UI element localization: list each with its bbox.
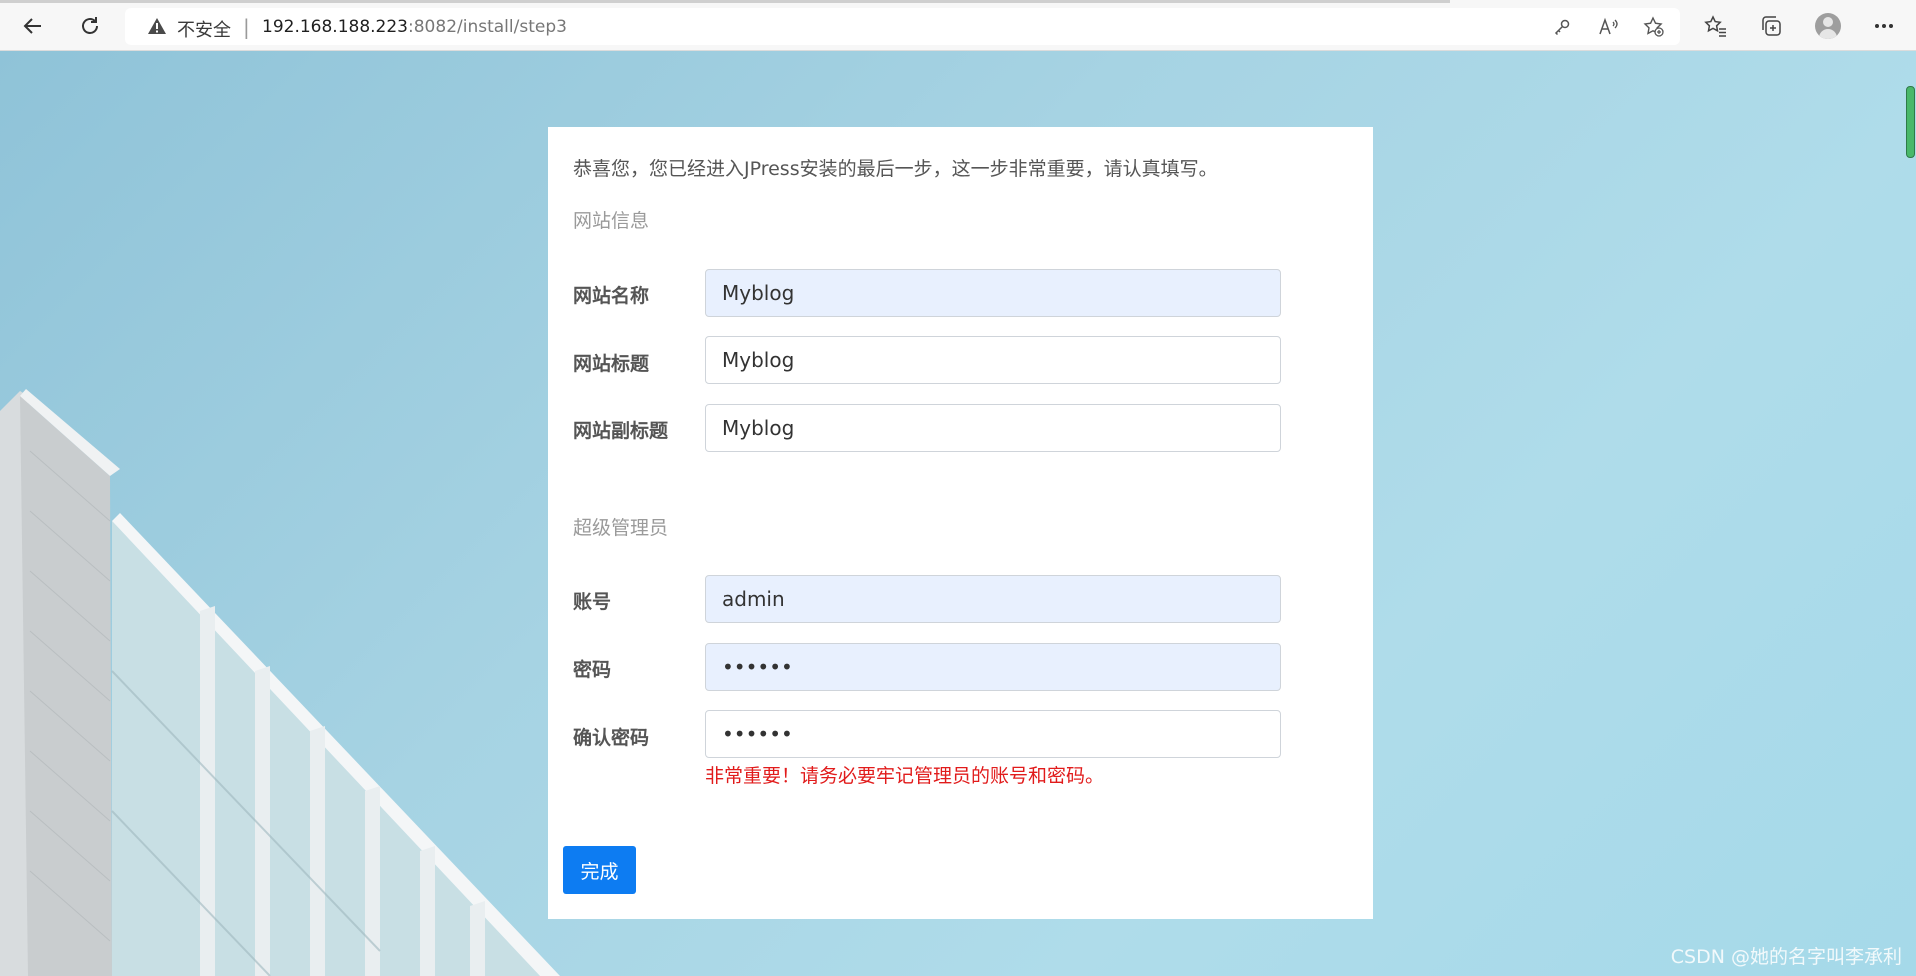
confirm-password-label: 确认密码 [573,727,650,749]
collections-button[interactable] [1757,12,1785,40]
url-path: :8082/install/step3 [408,17,567,37]
collections-icon [1762,16,1781,36]
url-text[interactable]: 192.168.188.223:8082/install/step3 [262,17,567,37]
admin-heading: 超级管理员 [573,517,669,539]
finish-button[interactable]: 完成 [563,846,636,894]
site-subtitle-label: 网站副标题 [573,420,669,442]
avatar [1815,13,1841,39]
address-separator: | [243,15,250,39]
add-favorite-icon[interactable] [1642,15,1666,39]
site-title-input[interactable] [705,336,1281,384]
scrollbar-thumb[interactable] [1906,86,1915,158]
install-form-card: 恭喜您，您已经进入JPress安装的最后一步，这一步非常重要，请认真填写。 网站… [548,127,1373,919]
site-name-label: 网站名称 [573,285,650,307]
account-input[interactable] [705,575,1281,623]
site-info-heading: 网站信息 [573,210,650,232]
back-button[interactable] [16,9,50,43]
refresh-icon [82,17,98,34]
more-menu-button[interactable] [1870,12,1898,40]
intro-text: 恭喜您，您已经进入JPress安装的最后一步，这一步非常重要，请认真填写。 [573,158,1218,180]
site-subtitle-input[interactable] [705,404,1281,452]
favorites-icon [1704,15,1726,37]
arrow-left-icon [23,18,41,34]
url-host: 192.168.188.223 [262,17,409,37]
account-label: 账号 [573,591,612,613]
refresh-button[interactable] [73,9,107,43]
security-label[interactable]: 不安全 [177,16,231,42]
site-name-input[interactable] [705,269,1281,317]
key-icon[interactable] [1550,15,1574,39]
profile-button[interactable] [1814,12,1842,40]
browser-toolbar: 不安全 | 192.168.188.223:8082/install/step3 [0,0,1916,51]
password-input[interactable] [705,643,1281,691]
warning-message: 非常重要！请务必要牢记管理员的账号和密码。 [705,765,1105,787]
tab-strip-edge [0,0,1450,3]
site-title-label: 网站标题 [573,353,650,375]
watermark-text: CSDN @她的名字叫李承利 [1670,946,1902,968]
favorites-button[interactable] [1702,12,1730,40]
read-aloud-icon[interactable] [1597,15,1621,39]
confirm-password-input[interactable] [705,710,1281,758]
address-bar[interactable]: 不安全 | 192.168.188.223:8082/install/step3 [125,8,1680,45]
more-icon [1875,24,1893,28]
password-label: 密码 [573,659,612,681]
warning-icon [147,17,167,39]
